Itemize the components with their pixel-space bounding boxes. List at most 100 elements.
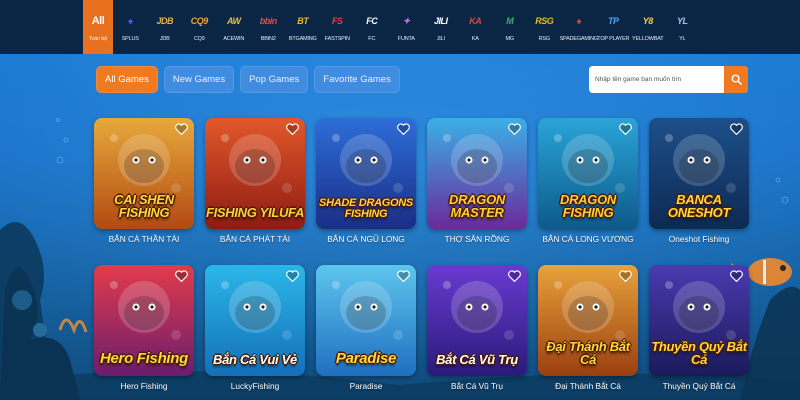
favorite-heart-icon[interactable] (396, 269, 410, 282)
search-icon (731, 74, 742, 85)
game-name: THỢ SĂN RỒNG (444, 234, 510, 244)
provider-funta[interactable]: ✦ FUNTA (389, 0, 424, 54)
game-card[interactable]: CAI SHEN FISHING BẮN CÁ THẦN TÀI (94, 118, 194, 244)
favorite-heart-icon[interactable] (507, 122, 521, 135)
provider-yellowbat[interactable]: Y8 YELLOWBAT (631, 0, 666, 54)
provider-logo-icon: KA (469, 16, 482, 27)
game-thumbnail[interactable]: Thuyền Quỷ Bắt Cá (649, 265, 749, 376)
provider-btgaming[interactable]: BT BTGAMING (286, 0, 321, 54)
game-card[interactable]: DRAGON MASTER THỢ SĂN RỒNG (427, 118, 527, 244)
tab-all-games[interactable]: All Games (96, 66, 158, 93)
provider-top-player[interactable]: TP TOP PLAYER (596, 0, 631, 54)
provider-yl[interactable]: YL YL (665, 0, 700, 54)
game-thumbnail[interactable]: SHADE DRAGONS FISHING (316, 118, 416, 229)
game-thumbnail[interactable]: Đại Thánh Bắt Cá (538, 265, 638, 376)
provider-bbin2[interactable]: bbin BBIN2 (251, 0, 286, 54)
favorite-heart-icon[interactable] (729, 269, 743, 282)
game-name: LuckyFishing (230, 381, 280, 391)
provider-jdb[interactable]: JDB JDB (148, 0, 183, 54)
game-card[interactable]: Bắt Cá Vũ Trụ Bắt Cá Vũ Trụ (427, 265, 527, 391)
game-card[interactable]: DRAGON FISHING BẮN CÁ LONG VƯƠNG (538, 118, 638, 244)
provider-jili[interactable]: JILI JILI (424, 0, 459, 54)
provider-to-n-b-[interactable]: All Toàn bộ (83, 0, 113, 54)
search-input[interactable] (589, 66, 724, 93)
provider-label: ACEWIN (223, 36, 245, 43)
search-button[interactable] (724, 66, 748, 93)
game-thumbnail[interactable]: Hero Fishing (94, 265, 194, 376)
game-card[interactable]: FISHING YILUFA BẮN CÁ PHÁT TÀI (205, 118, 305, 244)
provider-label: SPADEGAMING (559, 36, 599, 43)
provider-cq9[interactable]: CQ9 CQ9 (182, 0, 217, 54)
provider-logo-icon: All (91, 15, 105, 28)
provider-bar: All Toàn bộ ♠ SPLUS JDB JDB CQ9 CQ9 AW ACEWIN bbin… (0, 0, 800, 54)
provider-fc[interactable]: FC FC (355, 0, 390, 54)
provider-logo-icon: FS (331, 16, 343, 27)
provider-logo-icon: Y8 (642, 16, 654, 27)
game-name: Paradise (349, 381, 383, 391)
game-card[interactable]: SHADE DRAGONS FISHING BẮN CÁ NGŨ LONG (316, 118, 416, 244)
game-card[interactable]: BANCA ONESHOT Oneshot Fishing (649, 118, 749, 244)
game-logo-title: Thuyền Quỷ Bắt Cá (651, 339, 747, 367)
provider-label: TOP PLAYER (597, 36, 630, 43)
provider-logo-icon: YL (676, 16, 688, 27)
provider-logo-icon: bbin (259, 16, 278, 27)
game-thumbnail[interactable]: Paradise (316, 265, 416, 376)
game-name: Hero Fishing (120, 381, 168, 391)
favorite-heart-icon[interactable] (396, 122, 410, 135)
provider-label: KA (471, 36, 479, 43)
coral-left-decoration (0, 222, 88, 400)
provider-logo-icon: ♠ (128, 16, 133, 27)
game-thumbnail[interactable]: CAI SHEN FISHING (94, 118, 194, 229)
game-card[interactable]: Bắn Cá Vui Vẻ LuckyFishing (205, 265, 305, 391)
provider-ka[interactable]: KA KA (458, 0, 493, 54)
game-thumbnail[interactable]: BANCA ONESHOT (649, 118, 749, 229)
game-logo-title: Hero Fishing (99, 349, 189, 367)
provider-rsg[interactable]: RSG RSG (527, 0, 562, 54)
game-thumbnail[interactable]: DRAGON FISHING (538, 118, 638, 229)
provider-fastspin[interactable]: FS FASTSPIN (320, 0, 355, 54)
game-logo-title: CAI SHEN FISHING (114, 192, 174, 220)
provider-label: BTGAMING (288, 36, 317, 43)
favorite-heart-icon[interactable] (618, 269, 632, 282)
provider-splus[interactable]: ♠ SPLUS (113, 0, 148, 54)
favorite-heart-icon[interactable] (174, 122, 188, 135)
provider-logo-icon: FC (366, 16, 378, 27)
favorite-heart-icon[interactable] (285, 122, 299, 135)
game-thumbnail[interactable]: Bắn Cá Vui Vẻ (205, 265, 305, 376)
game-card[interactable]: Paradise Paradise (316, 265, 416, 391)
game-thumbnail[interactable]: DRAGON MASTER (427, 118, 527, 229)
game-name: Bắt Cá Vũ Trụ (450, 381, 504, 391)
provider-label: JDB (159, 36, 170, 43)
game-thumbnail[interactable]: FISHING YILUFA (205, 118, 305, 229)
tab-pop-games[interactable]: Pop Games (240, 66, 309, 93)
provider-mg[interactable]: M MG (493, 0, 528, 54)
provider-label: BBIN2 (260, 36, 276, 43)
provider-spadegaming[interactable]: ♠ SPADEGAMING (559, 0, 599, 54)
tab-favorite-games[interactable]: Favorite Games (314, 66, 400, 93)
provider-logo-icon: RSG (535, 16, 554, 27)
game-logo-title: Bắn Cá Vui Vẻ (212, 351, 297, 367)
provider-logo-icon: ♠ (576, 16, 582, 27)
game-logo-title: Đại Thánh Bắt Cá (546, 339, 630, 367)
provider-label: JILI (436, 36, 445, 43)
game-filter-tabs: All Games New Games Pop Games Favorite G… (96, 66, 400, 93)
favorite-heart-icon[interactable] (174, 269, 188, 282)
game-logo-title: BANCA ONESHOT (667, 192, 731, 220)
provider-acewin[interactable]: AW ACEWIN (217, 0, 252, 54)
provider-label: FUNTA (397, 36, 415, 43)
provider-logo-icon: M (506, 16, 514, 27)
tab-new-games[interactable]: New Games (163, 66, 235, 93)
game-thumbnail[interactable]: Bắt Cá Vũ Trụ (427, 265, 527, 376)
favorite-heart-icon[interactable] (729, 122, 743, 135)
provider-logo-icon: AW (227, 16, 241, 27)
provider-logo-icon: JILI (433, 16, 448, 27)
provider-label: FASTSPIN (324, 36, 350, 43)
game-card[interactable]: Thuyền Quỷ Bắt Cá Thuyền Quý Bắt Cá (649, 265, 749, 391)
game-card[interactable]: Hero Fishing Hero Fishing (94, 265, 194, 391)
game-card[interactable]: Đại Thánh Bắt Cá Đại Thánh Bắt Cá (538, 265, 638, 391)
favorite-heart-icon[interactable] (618, 122, 632, 135)
favorite-heart-icon[interactable] (507, 269, 521, 282)
provider-logo-icon: ✦ (402, 15, 411, 26)
game-name: BẮN CÁ NGŨ LONG (327, 234, 405, 244)
favorite-heart-icon[interactable] (285, 269, 299, 282)
